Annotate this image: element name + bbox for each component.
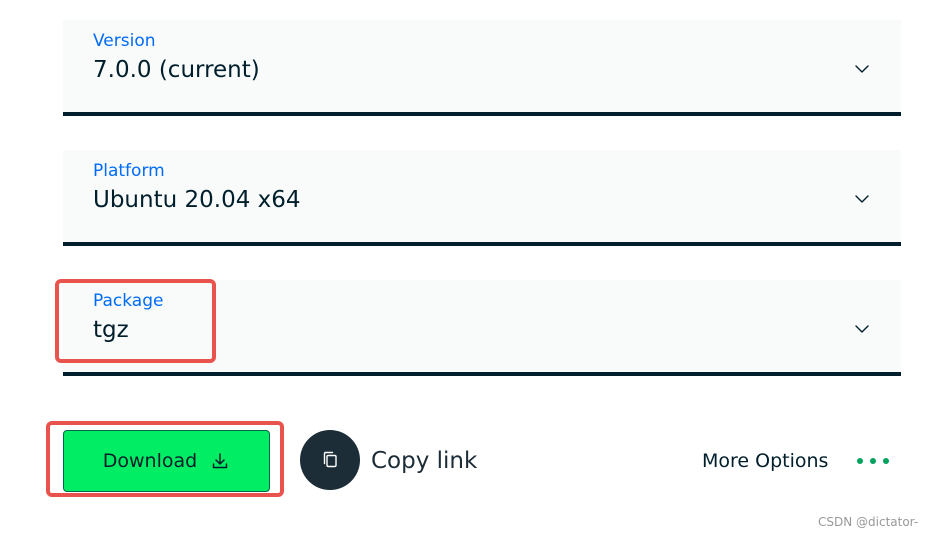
- copy-link-label[interactable]: Copy link: [371, 448, 477, 474]
- package-label: Package: [93, 291, 164, 311]
- version-label: Version: [93, 31, 156, 51]
- platform-value: Ubuntu 20.04 x64: [93, 187, 301, 213]
- chevron-down-icon: [855, 325, 869, 333]
- chevron-down-icon: [855, 65, 869, 73]
- dot: [883, 458, 889, 464]
- version-value: 7.0.0 (current): [93, 57, 260, 83]
- copy-link-button[interactable]: [300, 430, 360, 490]
- chevron-down-icon: [855, 195, 869, 203]
- dot: [870, 458, 876, 464]
- download-button[interactable]: Download: [63, 430, 270, 492]
- copy-icon: [323, 451, 337, 468]
- package-value: tgz: [93, 317, 129, 343]
- package-select[interactable]: Package tgz: [63, 280, 901, 376]
- more-options-link[interactable]: More Options: [702, 450, 828, 472]
- watermark: CSDN @dictator-: [818, 515, 919, 529]
- download-icon: [212, 453, 228, 469]
- version-select[interactable]: Version 7.0.0 (current): [63, 20, 901, 116]
- platform-select[interactable]: Platform Ubuntu 20.04 x64: [63, 150, 901, 246]
- dot: [857, 458, 863, 464]
- ellipsis-icon[interactable]: [857, 455, 895, 467]
- platform-label: Platform: [93, 161, 165, 181]
- download-panel: Version 7.0.0 (current) Platform Ubuntu …: [0, 0, 942, 537]
- download-button-label: Download: [102, 450, 198, 472]
